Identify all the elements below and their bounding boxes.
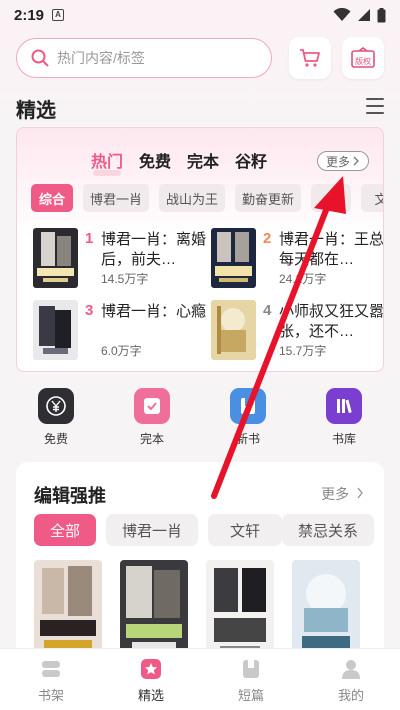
rank-word-count: 15.7万字 — [279, 344, 327, 358]
quick-entry-row: 免费 完本 新书 书库 — [16, 380, 384, 452]
status-icons — [333, 7, 386, 23]
bottom-nav: 书架 精选 短篇 我的 — [0, 648, 400, 710]
book-icon — [230, 388, 266, 424]
rank-word-count: 6.0万字 — [101, 344, 142, 358]
nav-bookshelf[interactable]: 书架 — [16, 657, 86, 704]
rank-title: 博君一肖：心瘾 — [101, 303, 207, 320]
tab-complete[interactable]: 完本 — [187, 148, 219, 172]
cart-button[interactable] — [289, 37, 331, 79]
editor-chip-wenxuan[interactable]: 文轩 — [208, 514, 282, 546]
quick-free[interactable]: 免费 — [26, 388, 86, 447]
editor-more-button[interactable]: 更多 — [321, 484, 364, 504]
nav-label: 书架 — [37, 688, 64, 703]
rank-number: 1 — [85, 230, 94, 247]
rank-title: 小师叔又狂又嚣张，还不… — [279, 303, 384, 340]
nav-label: 我的 — [337, 688, 364, 703]
editor-book-cover-1[interactable] — [34, 560, 102, 662]
book-cover-1 — [33, 228, 78, 288]
nav-short[interactable]: 短篇 — [216, 657, 286, 704]
chevron-right-icon — [353, 156, 359, 166]
editor-chip-all[interactable]: 全部 — [34, 514, 96, 546]
tab-free[interactable]: 免费 — [139, 148, 171, 172]
rank-title: 博君一肖：王总每天都在… — [279, 231, 384, 268]
chip-zhanshan[interactable]: 战山为王 — [159, 184, 225, 212]
copyright-button[interactable]: 版权 — [342, 37, 384, 79]
notification-badge-icon: A — [52, 9, 65, 21]
hot-chip-row: 综合 博君一肖 战山为王 勤奋更新 文 — [31, 184, 383, 212]
menu-icon[interactable] — [366, 98, 384, 114]
wifi-icon — [333, 8, 351, 21]
search-input[interactable]: 热门内容/标签 — [16, 38, 272, 78]
rank-number: 2 — [263, 230, 272, 247]
quick-label: 新书 — [235, 432, 260, 446]
hot-ranking-card: 热门 免费 完本 谷籽 更多 综合 博君一肖 战山为王 勤奋更新 文 1 博君一… — [16, 127, 384, 372]
quick-newbook[interactable]: 新书 — [218, 388, 278, 447]
chevron-right-icon — [357, 487, 363, 499]
bookshelf-icon — [39, 657, 63, 681]
editor-picks-card: 编辑强推 更多 全部 博君一肖 文轩 禁忌关系 — [16, 462, 384, 662]
editor-more-label: 更多 — [321, 486, 350, 502]
profile-icon — [339, 657, 363, 681]
chip-all[interactable]: 综合 — [31, 184, 73, 212]
chip-wen[interactable]: 文 — [361, 184, 383, 212]
star-icon — [139, 657, 163, 681]
tab-hot[interactable]: 热门 — [91, 148, 123, 176]
quick-label: 书库 — [331, 432, 356, 446]
rank-word-count: 24.2万字 — [279, 272, 327, 286]
quick-library[interactable]: 书库 — [314, 388, 374, 447]
search-placeholder: 热门内容/标签 — [57, 50, 145, 66]
chip-bojun[interactable]: 博君一肖 — [83, 184, 149, 212]
library-icon — [326, 388, 362, 424]
rank-number: 3 — [85, 302, 94, 319]
short-story-icon — [239, 657, 263, 681]
quick-label: 免费 — [43, 432, 68, 446]
page-title: 精选 — [16, 100, 56, 122]
hot-more-button[interactable]: 更多 — [317, 151, 369, 171]
rank-word-count: 14.5万字 — [101, 272, 149, 286]
rank-item-4[interactable]: 4 小师叔又狂又嚣张，还不… 15.7万字 — [211, 300, 384, 360]
rank-item-3[interactable]: 3 博君一肖：心瘾 6.0万字 — [33, 300, 213, 360]
chip-partial[interactable] — [311, 184, 351, 212]
status-time: 2:19 — [14, 6, 45, 24]
quick-label: 完本 — [139, 432, 164, 446]
editor-chip-bojun[interactable]: 博君一肖 — [106, 514, 198, 546]
checkbox-icon — [134, 388, 170, 424]
rank-number: 4 — [263, 302, 272, 319]
nav-featured[interactable]: 精选 — [116, 657, 186, 704]
editor-book-cover-4[interactable] — [292, 560, 360, 662]
book-cover-2 — [211, 228, 256, 288]
editor-chip-taboo[interactable]: 禁忌关系 — [282, 514, 374, 546]
battery-icon — [377, 7, 386, 22]
editor-book-cover-3[interactable] — [206, 560, 274, 662]
book-cover-3 — [33, 300, 78, 360]
yen-coin-icon — [38, 388, 74, 424]
rank-item-2[interactable]: 2 博君一肖：王总每天都在… 24.2万字 — [211, 228, 384, 288]
tab-merch[interactable]: 谷籽 — [235, 148, 267, 172]
search-icon — [31, 49, 49, 67]
chip-diligent[interactable]: 勤奋更新 — [235, 184, 301, 212]
status-bar: 2:19 A — [0, 0, 400, 30]
rank-item-1[interactable]: 1 博君一肖：离婚后，前夫… 14.5万字 — [33, 228, 213, 288]
hot-more-label: 更多 — [325, 154, 350, 169]
copyright-label: 版权 — [355, 57, 371, 66]
editor-book-cover-2[interactable] — [120, 560, 188, 662]
rank-title: 博君一肖：离婚后，前夫… — [101, 231, 207, 268]
nav-label: 短篇 — [237, 688, 264, 703]
signal-icon — [358, 9, 370, 21]
quick-complete[interactable]: 完本 — [122, 388, 182, 447]
book-cover-4 — [211, 300, 256, 360]
cart-icon — [300, 49, 320, 67]
editor-title: 编辑强推 — [34, 486, 106, 506]
nav-profile[interactable]: 我的 — [316, 657, 386, 704]
nav-label: 精选 — [137, 688, 164, 703]
